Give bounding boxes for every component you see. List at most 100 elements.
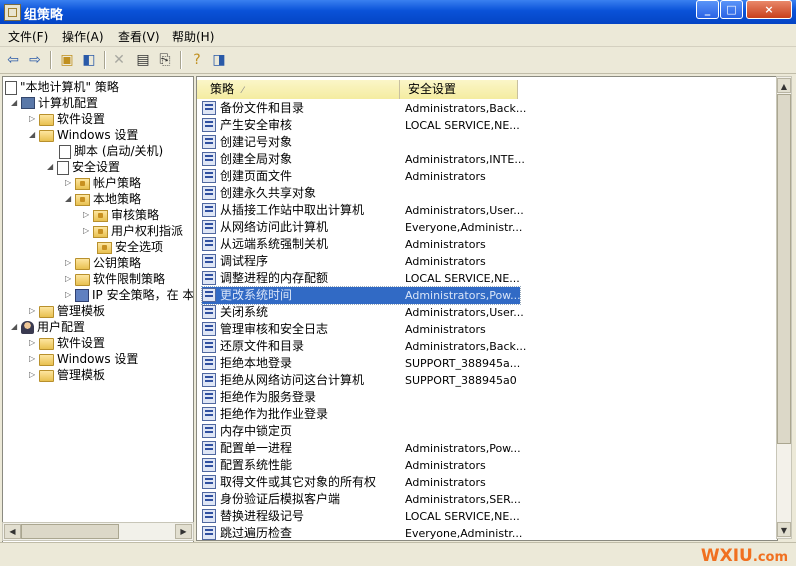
column-header-policy[interactable]: 策略 ⁄: [197, 80, 400, 99]
console-icon[interactable]: ◨: [210, 51, 228, 69]
table-row[interactable]: 从远端系统强制关机 Administrators: [202, 236, 520, 253]
table-row[interactable]: 更改系统时间 Administrators,Pow...: [201, 286, 521, 305]
table-row[interactable]: 内存中锁定页: [202, 423, 520, 440]
tree-software-restriction[interactable]: ▷ 软件限制策略: [65, 271, 165, 287]
expand-icon[interactable]: ▷: [83, 223, 93, 239]
table-row[interactable]: 拒绝作为批作业登录: [202, 406, 520, 423]
expand-icon[interactable]: ▷: [29, 303, 39, 319]
tree-admin-templates[interactable]: ▷ 管理模板: [29, 303, 105, 319]
tree-public-key[interactable]: ▷ 公钥策略: [65, 255, 141, 271]
menu-help[interactable]: 帮助(H): [172, 28, 214, 45]
help-icon[interactable]: ?: [188, 51, 206, 69]
tree-user-admin-templates[interactable]: ▷ 管理模板: [29, 367, 105, 383]
tree-user-software-settings[interactable]: ▷ 软件设置: [29, 335, 105, 351]
scroll-up-icon[interactable]: ▲: [777, 78, 791, 93]
policy-setting: Administrators,INTE...: [405, 153, 525, 166]
collapse-icon[interactable]: ◢: [29, 127, 39, 143]
scroll-right-icon[interactable]: ▶: [175, 524, 192, 539]
minimize-button[interactable]: _: [696, 0, 719, 19]
menu-file[interactable]: 文件(F): [8, 28, 48, 45]
tree-windows-settings[interactable]: ◢ Windows 设置: [29, 127, 138, 143]
table-row[interactable]: 替换进程级记号 LOCAL SERVICE,NE...: [202, 508, 520, 525]
expand-icon[interactable]: ▷: [65, 271, 75, 287]
menu-action[interactable]: 操作(A): [62, 28, 104, 45]
table-row[interactable]: 配置单一进程 Administrators,Pow...: [202, 440, 521, 457]
table-row[interactable]: 创建记号对象: [202, 134, 520, 151]
scroll-thumb[interactable]: [777, 94, 791, 444]
expand-icon[interactable]: ▷: [65, 287, 75, 303]
policy-icon: [202, 288, 216, 302]
table-row[interactable]: 创建永久共享对象: [202, 185, 520, 202]
list-vertical-scrollbar[interactable]: ▲ ▼: [776, 76, 792, 539]
policy-icon: [202, 390, 216, 404]
table-row[interactable]: 取得文件或其它对象的所有权 Administrators: [202, 474, 520, 491]
tree-horizontal-scrollbar[interactable]: ◀ ▶: [2, 522, 194, 541]
tree-computer-config[interactable]: ◢ 计算机配置: [11, 95, 98, 111]
table-row[interactable]: 身份验证后模拟客户端 Administrators,SER...: [202, 491, 521, 508]
table-row[interactable]: 调试程序 Administrators: [202, 253, 520, 270]
table-row[interactable]: 从网络访问此计算机 Everyone,Administr...: [202, 219, 522, 236]
tree-user-rights[interactable]: ▷ 用户权利指派: [83, 223, 183, 239]
collapse-icon[interactable]: ◢: [47, 159, 57, 175]
delete-icon[interactable]: ✕: [110, 51, 128, 69]
table-row[interactable]: 管理审核和安全日志 Administrators: [202, 321, 520, 338]
tree-scripts[interactable]: 脚本 (启动/关机): [59, 143, 163, 159]
tree-ipsec[interactable]: ▷ IP 安全策略，在 本: [65, 287, 193, 303]
table-row[interactable]: 跳过遍历检查 Everyone,Administr...: [202, 525, 522, 540]
scroll-thumb[interactable]: [21, 524, 119, 539]
export-list-icon[interactable]: ⎘: [156, 51, 174, 69]
table-row[interactable]: 拒绝作为服务登录: [202, 389, 520, 406]
table-row[interactable]: 拒绝本地登录 SUPPORT_388945a...: [202, 355, 520, 372]
table-row[interactable]: 创建全局对象 Administrators,INTE...: [202, 151, 525, 168]
expand-icon[interactable]: ▷: [29, 335, 39, 351]
scroll-left-icon[interactable]: ◀: [4, 524, 21, 539]
folder-icon: [39, 306, 54, 318]
expand-icon[interactable]: ▷: [29, 367, 39, 383]
policy-icon: [202, 475, 216, 489]
expand-icon[interactable]: ▷: [29, 111, 39, 127]
tree-security-options[interactable]: 安全选项: [97, 239, 163, 255]
maximize-button[interactable]: □: [720, 0, 743, 19]
menu-view[interactable]: 查看(V): [118, 28, 160, 45]
policy-icon: [202, 305, 216, 319]
tree-account-policy[interactable]: ▷ 帐户策略: [65, 175, 141, 191]
tree-software-settings[interactable]: ▷ 软件设置: [29, 111, 105, 127]
properties-icon[interactable]: ▤: [134, 51, 152, 69]
policy-setting: Administrators,User...: [405, 204, 524, 217]
tree-user-config[interactable]: ◢ 用户配置: [11, 319, 85, 335]
table-row[interactable]: 还原文件和目录 Administrators,Back...: [202, 338, 526, 355]
close-button[interactable]: ×: [746, 0, 792, 19]
table-row[interactable]: 关闭系统 Administrators,User...: [202, 304, 524, 321]
expand-icon[interactable]: ▷: [83, 207, 93, 223]
tree-user-windows-settings[interactable]: ▷ Windows 设置: [29, 351, 138, 367]
sort-ascending-icon: ⁄: [242, 86, 244, 96]
collapse-icon[interactable]: ◢: [11, 319, 21, 335]
tree-local-policy[interactable]: ◢ 本地策略: [65, 191, 141, 207]
policy-setting: Administrators,Pow...: [405, 289, 521, 302]
show-tree-icon[interactable]: ◧: [80, 51, 98, 69]
expand-icon[interactable]: ▷: [65, 175, 75, 191]
table-row[interactable]: 创建页面文件 Administrators: [202, 168, 520, 185]
expand-icon[interactable]: ▷: [29, 351, 39, 367]
collapse-icon[interactable]: ◢: [11, 95, 21, 111]
table-row[interactable]: 配置系统性能 Administrators: [202, 457, 520, 474]
table-row[interactable]: 产生安全审核 LOCAL SERVICE,NE...: [202, 117, 520, 134]
table-row[interactable]: 拒绝从网络访问这台计算机 SUPPORT_388945a0: [202, 372, 520, 389]
table-row[interactable]: 备份文件和目录 Administrators,Back...: [202, 100, 526, 117]
tree-root[interactable]: "本地计算机" 策略: [5, 79, 119, 95]
back-arrow-icon[interactable]: ⇦: [4, 51, 22, 69]
up-folder-icon[interactable]: ▣: [58, 51, 76, 69]
collapse-icon[interactable]: ◢: [65, 191, 75, 207]
tree-audit-policy[interactable]: ▷ 审核策略: [83, 207, 159, 223]
expand-icon[interactable]: ▷: [65, 255, 75, 271]
menu-bar: 文件(F) 操作(A) 查看(V) 帮助(H): [0, 24, 796, 47]
table-row[interactable]: 从插接工作站中取出计算机 Administrators,User...: [202, 202, 524, 219]
policy-name: 备份文件和目录: [220, 101, 305, 115]
policy-icon: [202, 118, 216, 132]
scroll-down-icon[interactable]: ▼: [777, 522, 791, 537]
column-header-setting[interactable]: 安全设置: [400, 80, 518, 99]
table-row[interactable]: 调整进程的内存配额 LOCAL SERVICE,NE...: [202, 270, 520, 287]
forward-arrow-icon[interactable]: ⇨: [26, 51, 44, 69]
policy-name: 关闭系统: [220, 305, 269, 319]
tree-security-settings[interactable]: ◢ 安全设置: [47, 159, 120, 175]
